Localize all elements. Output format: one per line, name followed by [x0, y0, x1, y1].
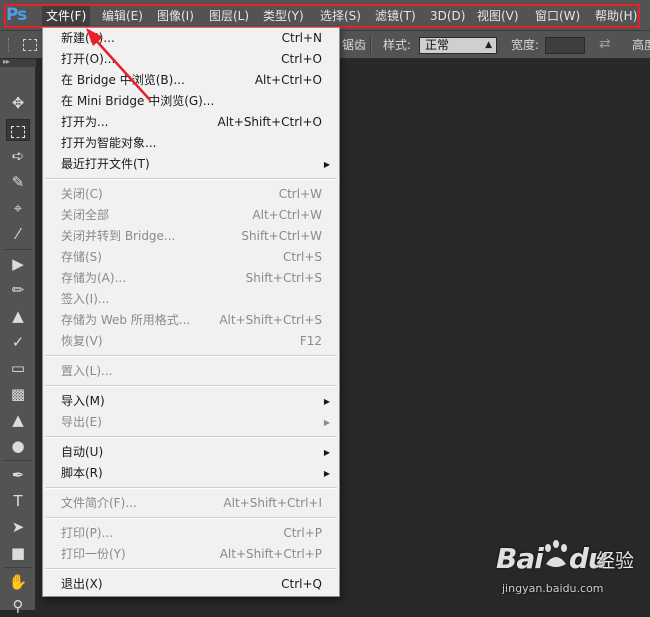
- select-arrows-icon: ▲: [485, 40, 492, 50]
- menu-item-open-smart-object[interactable]: 打开为智能对象...: [43, 133, 339, 154]
- zoom-icon[interactable]: ⚲: [6, 595, 30, 617]
- history-brush-icon[interactable]: ✓: [6, 331, 30, 353]
- menu-item-revert[interactable]: 恢复(V) F12: [43, 331, 339, 352]
- menu-separator: [45, 568, 337, 570]
- blur-icon[interactable]: ▲: [6, 409, 30, 431]
- submenu-arrow-icon: ▶: [323, 469, 330, 478]
- menu-separator: [45, 487, 337, 489]
- style-select[interactable]: 正常 ▲: [419, 37, 497, 54]
- menu-separator: [45, 355, 337, 357]
- menu-select[interactable]: 选择(S): [316, 6, 365, 26]
- tools-panel: ▸▸ ✥ ➪ ✎ ⌖ ⁄ ▶ ✏ ▲ ✓ ▭ ▩ ▲ ● ✒ T ➤ ■ ✋ ⚲: [0, 57, 36, 615]
- menu-view[interactable]: 视图(V): [473, 6, 523, 26]
- path-selection-icon[interactable]: ➤: [6, 516, 30, 538]
- menu-image[interactable]: 图像(I): [153, 6, 198, 26]
- type-icon[interactable]: T: [6, 490, 30, 512]
- menu-item-browse-mini-bridge[interactable]: 在 Mini Bridge 中浏览(G)...: [43, 91, 339, 112]
- antialias-label: 锯齿: [342, 38, 367, 52]
- menu-item-check-in[interactable]: 签入(I)...: [43, 289, 339, 310]
- submenu-arrow-icon: ▶: [323, 418, 330, 427]
- menu-separator: [45, 385, 337, 387]
- tools-separator: [4, 567, 32, 568]
- hand-icon[interactable]: ✋: [6, 571, 30, 593]
- clone-stamp-icon[interactable]: ▲: [6, 305, 30, 327]
- menu-item-place[interactable]: 置入(L)...: [43, 361, 339, 382]
- submenu-arrow-icon: ▶: [323, 397, 330, 406]
- menu-item-save[interactable]: 存储(S) Ctrl+S: [43, 247, 339, 268]
- tools-separator: [4, 460, 32, 461]
- menu-item-close-go-bridge[interactable]: 关闭并转到 Bridge... Shift+Ctrl+W: [43, 226, 339, 247]
- menu-help[interactable]: 帮助(H): [591, 6, 641, 26]
- menu-separator: [45, 178, 337, 180]
- photoshop-logo-icon: Ps: [6, 5, 27, 25]
- menu-type[interactable]: 类型(Y): [259, 6, 308, 26]
- swap-dimensions-icon[interactable]: ⇄: [599, 36, 611, 52]
- dodge-icon[interactable]: ●: [6, 435, 30, 457]
- gradient-icon[interactable]: ▩: [6, 383, 30, 405]
- menu-item-export[interactable]: 导出(E) ▶: [43, 412, 339, 433]
- menu-3d[interactable]: 3D(D): [426, 6, 469, 26]
- tool-preset-marquee-icon[interactable]: [23, 39, 37, 51]
- tools-collapse-bar[interactable]: ▸▸: [0, 57, 36, 67]
- menu-item-print-one-copy[interactable]: 打印一份(Y) Alt+Shift+Ctrl+P: [43, 544, 339, 565]
- menu-filter[interactable]: 滤镜(T): [371, 6, 420, 26]
- lasso-icon[interactable]: ➪: [6, 145, 30, 167]
- watermark-url: jingyan.baidu.com: [502, 582, 604, 595]
- menu-separator: [45, 517, 337, 519]
- menu-item-automate[interactable]: 自动(U) ▶: [43, 442, 339, 463]
- menu-item-scripts[interactable]: 脚本(R) ▶: [43, 463, 339, 484]
- width-input[interactable]: [545, 37, 585, 54]
- rectangle-shape-icon[interactable]: ■: [6, 542, 30, 564]
- menu-file[interactable]: 文件(F): [42, 6, 91, 26]
- submenu-arrow-icon: ▶: [323, 160, 330, 169]
- quick-selection-icon[interactable]: ✎: [6, 171, 30, 193]
- menu-item-recent-files[interactable]: 最近打开文件(T) ▶: [43, 154, 339, 175]
- menu-item-new[interactable]: 新建(N)... Ctrl+N: [43, 28, 339, 49]
- style-select-value: 正常: [425, 38, 450, 52]
- height-label: 高度: [632, 38, 650, 52]
- pen-icon[interactable]: ✒: [6, 464, 30, 486]
- width-label: 宽度:: [511, 38, 540, 52]
- rectangular-marquee-icon[interactable]: [6, 119, 30, 141]
- menu-item-exit[interactable]: 退出(X) Ctrl+Q: [43, 574, 339, 595]
- menu-item-close-all[interactable]: 关闭全部 Alt+Ctrl+W: [43, 205, 339, 226]
- menu-item-save-for-web[interactable]: 存储为 Web 所用格式... Alt+Shift+Ctrl+S: [43, 310, 339, 331]
- style-label: 样式:: [383, 38, 412, 52]
- baidu-watermark: Bai du 经验 jingyan.baidu.com: [496, 534, 646, 606]
- crop-icon[interactable]: ⌖: [6, 197, 30, 219]
- menu-item-save-as[interactable]: 存储为(A)... Shift+Ctrl+S: [43, 268, 339, 289]
- menu-item-file-info[interactable]: 文件简介(F)... Alt+Shift+Ctrl+I: [43, 493, 339, 514]
- menu-item-close[interactable]: 关闭(C) Ctrl+W: [43, 184, 339, 205]
- menu-item-import[interactable]: 导入(M) ▶: [43, 391, 339, 412]
- menu-item-print[interactable]: 打印(P)... Ctrl+P: [43, 523, 339, 544]
- healing-brush-icon[interactable]: ▶: [6, 253, 30, 275]
- brush-icon[interactable]: ✏: [6, 279, 30, 301]
- submenu-arrow-icon: ▶: [323, 448, 330, 457]
- file-menu-dropdown: 新建(N)... Ctrl+N 打开(O)... Ctrl+O 在 Bridge 中…: [42, 27, 340, 597]
- move-icon[interactable]: ✥: [6, 92, 30, 114]
- menu-item-open[interactable]: 打开(O)... Ctrl+O: [43, 49, 339, 70]
- eyedropper-icon[interactable]: ⁄: [6, 223, 30, 245]
- menu-item-browse-bridge[interactable]: 在 Bridge 中浏览(B)... Alt+Ctrl+O: [43, 70, 339, 91]
- menu-item-open-as[interactable]: 打开为... Alt+Shift+Ctrl+O: [43, 112, 339, 133]
- menu-layer[interactable]: 图层(L): [205, 6, 253, 26]
- baidu-paw-icon: [545, 540, 567, 567]
- menu-edit[interactable]: 编辑(E): [98, 6, 147, 26]
- options-divider: [370, 36, 372, 54]
- menu-separator: [45, 436, 337, 438]
- tools-separator: [4, 249, 32, 250]
- options-grip-icon[interactable]: [8, 38, 11, 52]
- expand-icon: ▸▸: [3, 57, 10, 66]
- menu-window[interactable]: 窗口(W): [531, 6, 584, 26]
- eraser-icon[interactable]: ▭: [6, 357, 30, 379]
- jingyan-label: 经验: [596, 550, 635, 572]
